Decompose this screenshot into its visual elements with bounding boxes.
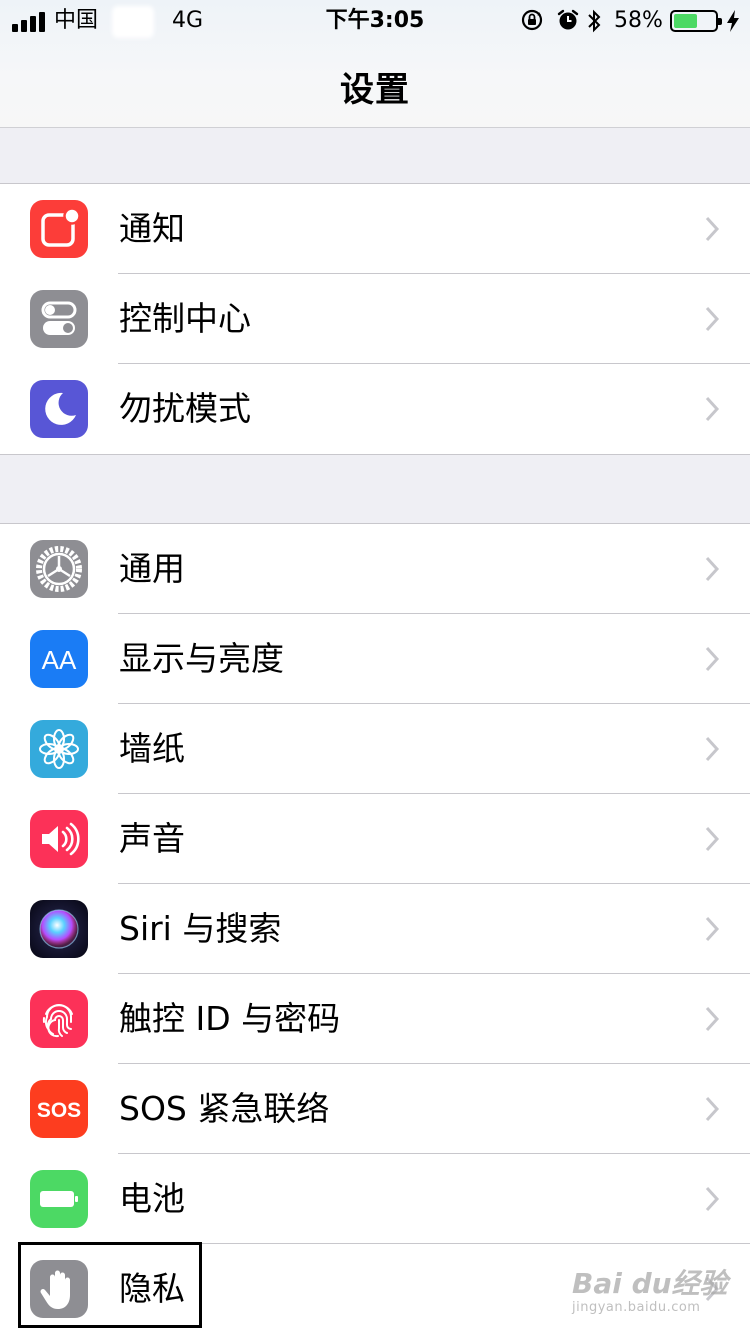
row-label: 显示与亮度: [119, 639, 284, 678]
row-label: 勿扰模式: [119, 389, 251, 428]
settings-row-siri-search[interactable]: Siri 与搜索: [0, 884, 750, 974]
chevron-right-icon: [705, 556, 720, 582]
row-label: 声音: [119, 819, 185, 858]
row-label: Siri 与搜索: [119, 909, 282, 948]
chevron-right-icon: [705, 216, 720, 242]
settings-group-1: 通知 控制中心 勿扰模式: [0, 183, 750, 455]
siri-icon: [30, 900, 88, 958]
chevron-right-icon: [705, 826, 720, 852]
display-icon-text: AA: [42, 645, 77, 675]
settings-row-control-center[interactable]: 控制中心: [0, 274, 750, 364]
row-label: 触控 ID 与密码: [119, 999, 341, 1038]
top-bar: 中国 4G 下午3:05 58% 设置: [0, 0, 750, 128]
battery-percent: 58%: [614, 8, 663, 33]
watermark-url: jingyan.baidu.com: [572, 1300, 701, 1315]
chevron-right-icon: [705, 1096, 720, 1122]
settings-row-wallpaper[interactable]: 墙纸: [0, 704, 750, 794]
settings-row-notifications[interactable]: 通知: [0, 184, 750, 274]
row-label: 通用: [119, 549, 185, 588]
settings-group-2: 通用 AA 显示与亮度 墙纸 声音 Siri 与搜索 触控 ID 与密码 SOS…: [0, 523, 750, 1334]
moon-icon: [30, 380, 88, 438]
settings-row-sounds[interactable]: 声音: [0, 794, 750, 884]
chevron-right-icon: [705, 646, 720, 672]
row-label: 电池: [119, 1179, 185, 1218]
control-center-icon: [30, 290, 88, 348]
watermark-brand: Bai du经验: [572, 1267, 728, 1300]
notifications-icon: [30, 200, 88, 258]
settings-row-display-brightness[interactable]: AA 显示与亮度: [0, 614, 750, 704]
row-label: 控制中心: [119, 299, 251, 338]
fingerprint-icon: [30, 990, 88, 1048]
orientation-lock-icon: [521, 9, 543, 31]
row-label: 隐私: [119, 1269, 185, 1308]
battery-icon: [670, 10, 722, 32]
chevron-right-icon: [705, 1006, 720, 1032]
chevron-right-icon: [705, 396, 720, 422]
battery-app-icon: [30, 1170, 88, 1228]
charging-icon: [727, 10, 739, 32]
settings-row-battery[interactable]: 电池: [0, 1154, 750, 1244]
display-aa-icon: AA: [30, 630, 88, 688]
chevron-right-icon: [705, 736, 720, 762]
settings-row-general[interactable]: 通用: [0, 524, 750, 614]
settings-row-do-not-disturb[interactable]: 勿扰模式: [0, 364, 750, 454]
settings-row-touch-id-passcode[interactable]: 触控 ID 与密码: [0, 974, 750, 1064]
row-label: SOS 紧急联络: [119, 1089, 330, 1128]
wallpaper-flower-icon: [30, 720, 88, 778]
page-title: 设置: [340, 70, 410, 110]
sos-icon: SOS: [30, 1080, 88, 1138]
settings-row-emergency-sos[interactable]: SOS SOS 紧急联络: [0, 1064, 750, 1154]
hand-icon: [30, 1260, 88, 1318]
row-label: 通知: [119, 209, 185, 248]
alarm-icon: [557, 9, 579, 30]
watermark: Bai du经验 jingyan.baidu.com: [572, 1262, 728, 1315]
gear-icon: [30, 540, 88, 598]
chevron-right-icon: [705, 916, 720, 942]
chevron-right-icon: [705, 306, 720, 332]
bluetooth-icon: [588, 9, 601, 33]
status-bar: 中国 4G 下午3:05 58%: [0, 0, 750, 42]
speaker-icon: [30, 810, 88, 868]
chevron-right-icon: [705, 1186, 720, 1212]
sos-icon-text: SOS: [37, 1099, 81, 1122]
row-label: 墙纸: [119, 729, 185, 768]
